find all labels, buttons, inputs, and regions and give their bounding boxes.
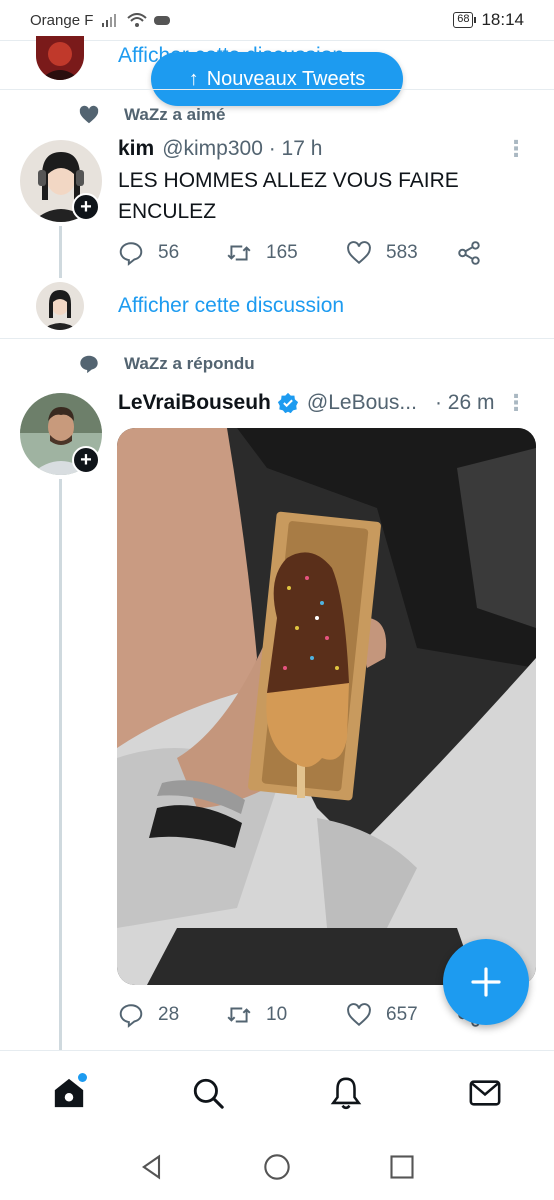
reply-bubble-icon — [80, 355, 98, 374]
show-thread-link[interactable]: Afficher cette discussion — [118, 294, 344, 318]
avatar[interactable] — [36, 282, 84, 330]
tweet-photo[interactable] — [117, 428, 536, 985]
like-button[interactable]: 657 — [346, 1002, 456, 1028]
system-navigation — [0, 1134, 554, 1200]
like-count: 657 — [386, 1004, 418, 1025]
reply-count: 28 — [158, 1004, 180, 1025]
reply-button[interactable]: 28 — [118, 1002, 226, 1028]
back-icon[interactable] — [138, 1153, 166, 1181]
plus-icon — [471, 967, 501, 997]
status-bar: Orange F 68 18:14 — [0, 0, 554, 40]
retweet-button[interactable]: 165 — [226, 240, 346, 266]
notifications-icon — [330, 1077, 362, 1109]
tweet-time: · 26 m — [434, 391, 495, 414]
retweet-icon — [227, 245, 251, 261]
social-context-label: WaZz a aimé — [124, 105, 226, 124]
status-icons — [101, 13, 171, 27]
tweet-actions: 56 165 583 — [118, 240, 482, 266]
wifi-icon — [127, 13, 148, 27]
notification-dot — [78, 1072, 88, 1082]
new-tweets-button[interactable]: ↑ Nouveaux Tweets — [151, 52, 403, 106]
compose-tweet-button[interactable] — [443, 939, 529, 1025]
like-count: 583 — [386, 242, 418, 263]
reply-count: 56 — [158, 242, 180, 263]
arrow-up-icon: ↑ — [188, 67, 199, 90]
retweet-count: 10 — [266, 1004, 288, 1025]
follow-plus-icon[interactable]: + — [72, 193, 100, 221]
reply-icon — [119, 1004, 143, 1028]
tweet-text: LES HOMMES ALLEZ VOUS FAIRE ENCULEZ — [118, 169, 459, 223]
signal-icon — [102, 14, 117, 27]
user-handle: @kimp300 · 17 h — [162, 137, 323, 160]
retweet-button[interactable]: 10 — [226, 1002, 346, 1028]
social-context-label: WaZz a répondu — [124, 354, 255, 373]
avatar[interactable] — [36, 36, 84, 80]
tweet-actions: 28 10 657 — [118, 1002, 482, 1028]
nav-messages[interactable] — [455, 1063, 515, 1123]
tweet-header: kim @kimp300 · 17 h — [118, 137, 322, 161]
reply-icon — [119, 242, 143, 266]
nav-search[interactable] — [178, 1063, 238, 1123]
reply-button[interactable]: 56 — [118, 240, 226, 266]
user-name[interactable]: LeVraiBouseuh — [118, 391, 271, 415]
tweet-header: LeVraiBouseuh @LeBous... · 26 m — [118, 391, 494, 415]
heart-outline-icon — [347, 1003, 371, 1027]
like-button[interactable]: 583 — [346, 240, 456, 266]
social-context: WaZz a répondu — [78, 353, 255, 375]
divider — [0, 89, 554, 90]
thread-line — [59, 226, 62, 278]
thread-line — [59, 479, 62, 1050]
more-options-icon[interactable]: ⋮ — [505, 136, 527, 162]
messages-icon — [469, 1079, 501, 1106]
follow-plus-icon[interactable]: + — [72, 446, 100, 474]
heart-outline-icon — [347, 241, 371, 265]
divider — [0, 338, 554, 339]
home-circle-icon[interactable] — [263, 1153, 291, 1181]
search-icon — [193, 1078, 224, 1109]
battery-indicator: 68 — [453, 12, 477, 28]
bottom-navigation — [0, 1050, 554, 1134]
heart-icon — [79, 105, 99, 124]
verified-badge-icon — [277, 392, 298, 414]
nav-home[interactable] — [39, 1063, 99, 1123]
carrier-name: Orange F — [30, 11, 94, 29]
game-icon — [154, 16, 171, 25]
user-name[interactable]: kim — [118, 137, 154, 161]
retweet-count: 165 — [266, 242, 298, 263]
retweet-icon — [227, 1007, 251, 1023]
more-options-icon[interactable]: ⋮ — [505, 390, 527, 416]
recents-icon[interactable] — [388, 1153, 416, 1181]
nav-notifications[interactable] — [316, 1063, 376, 1123]
share-button[interactable] — [456, 240, 482, 266]
social-context: WaZz a aimé — [78, 104, 225, 126]
clock: 18:14 — [481, 10, 524, 29]
user-handle: @LeBous... — [306, 391, 417, 414]
new-tweets-label: Nouveaux Tweets — [206, 67, 366, 90]
share-icon — [458, 241, 480, 265]
